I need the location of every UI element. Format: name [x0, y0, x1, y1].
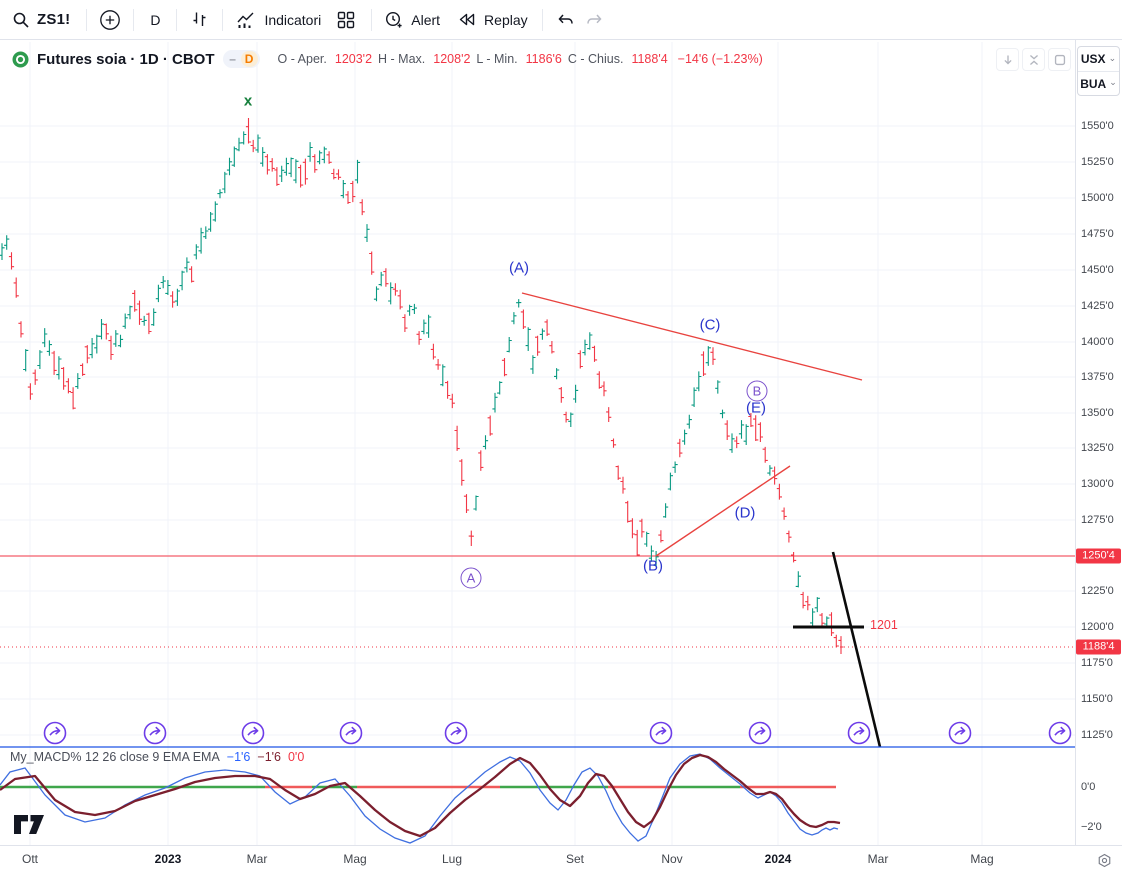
chart-legend: Futures soia · 1D · CBOT – D O - Aper. 12…: [12, 47, 763, 71]
arrow-down-icon: [1003, 55, 1012, 64]
pane-controls: [996, 48, 1071, 71]
layout-grid-button[interactable]: [335, 9, 357, 31]
timezone-settings-button[interactable]: [1097, 853, 1112, 872]
skip-forward-marker[interactable]: [43, 721, 67, 745]
indicator-name: My_MACD% 12 26 close 9 EMA EMA: [10, 750, 220, 764]
wave-label-a[interactable]: A: [460, 567, 482, 589]
maximize-pane-button[interactable]: [1048, 48, 1071, 71]
hex-settings-icon: [1098, 853, 1111, 868]
collapse-icon: [1029, 54, 1038, 65]
price-axis[interactable]: [1075, 40, 1122, 845]
toolbar-separator: [133, 8, 135, 31]
session-markers: [43, 721, 1072, 745]
legend-title[interactable]: Futures soia · 1D · CBOT: [37, 51, 215, 68]
ohlc-value: 1188'4: [631, 52, 668, 66]
alert-clock-icon: [384, 10, 404, 30]
indicator-value: −1'6: [257, 750, 281, 764]
skip-forward-marker[interactable]: [143, 721, 167, 745]
indicator-legend[interactable]: My_MACD% 12 26 close 9 EMA EMA −1'6 −1'6 0…: [10, 750, 304, 764]
ohlc-label: O - Aper.: [277, 52, 327, 66]
undo-button[interactable]: [555, 11, 575, 29]
chevron-down-icon: ⌄: [1108, 52, 1117, 63]
indicators-icon: [235, 9, 257, 31]
wave-label-d[interactable]: (D): [735, 505, 756, 522]
currency-value: USX: [1080, 52, 1106, 66]
replay-icon: [456, 10, 477, 29]
compare-add-symbol-button[interactable]: [99, 9, 121, 31]
interval-button[interactable]: D: [146, 12, 164, 28]
wave-label-b[interactable]: (B): [643, 558, 663, 575]
trendline-b-d[interactable]: [655, 465, 791, 557]
collapse-pane-button[interactable]: [1022, 48, 1045, 71]
undo-arrow-icon: [558, 14, 573, 24]
skip-forward-marker[interactable]: [339, 721, 363, 745]
wave-label-c[interactable]: (C): [700, 317, 721, 334]
time-axis[interactable]: [0, 845, 1122, 872]
toolbar-separator: [222, 8, 224, 31]
unit-dropdown[interactable]: BUA ⌄: [1078, 71, 1119, 95]
toolbar-separator: [176, 8, 178, 31]
macd-signal-line: [0, 753, 841, 838]
skip-forward-marker[interactable]: [241, 721, 265, 745]
tradingview-logo[interactable]: [14, 814, 47, 840]
toolbar-separator: [86, 8, 88, 31]
skip-forward-marker[interactable]: [649, 721, 673, 745]
ohlc-label: H - Max.: [378, 52, 426, 66]
indicators-label: Indicatori: [264, 11, 322, 28]
indicator-values: −1'6 −1'6 0'0: [227, 750, 304, 764]
move-pane-down-button[interactable]: [996, 48, 1019, 71]
indicator-value: 0'0: [287, 750, 305, 764]
delayed-data-badge: D: [240, 51, 258, 67]
chevron-down-icon: ⌄: [1109, 77, 1117, 87]
change-value: −14'6 (−1.23%): [677, 52, 763, 66]
search-icon: [12, 11, 30, 29]
currency-dropdown[interactable]: USX ⌄: [1078, 47, 1119, 71]
alert-label: Alert: [411, 11, 441, 28]
ohlc-values: O - Aper. 1203'2 H - Max. 1208'2 L - Min. 118…: [278, 52, 668, 66]
redo-arrow-icon: [586, 14, 602, 24]
maximize-icon: [1054, 54, 1065, 65]
indicator-value: −1'6: [226, 750, 251, 764]
data-mode-badge[interactable]: – D: [222, 50, 260, 68]
redo-button[interactable]: [585, 11, 605, 29]
ohlc-value: 1186'6: [525, 52, 562, 66]
grid-icon: [338, 11, 355, 28]
wave-label-x[interactable]: x: [244, 93, 252, 110]
toolbar-separator: [371, 8, 373, 31]
unit-value: BUA: [1080, 76, 1107, 91]
skip-forward-marker[interactable]: [1048, 721, 1072, 745]
skip-forward-marker[interactable]: [847, 721, 871, 745]
currency-unit-selector: USX ⌄ BUA ⌄: [1077, 46, 1120, 96]
ohlc-label: C - Chius.: [567, 52, 624, 66]
replay-label: Replay: [484, 11, 528, 28]
macd-line: [0, 753, 839, 844]
chart-canvas[interactable]: [0, 0, 1122, 872]
tradingview-window: ZS1! D Indicatori Alert Replay Futures s…: [0, 0, 1122, 872]
ohlc-value: 1203'2: [334, 52, 373, 66]
symbol-search-button[interactable]: ZS1!: [12, 11, 70, 29]
wave-label-b[interactable]: B: [746, 380, 768, 402]
symbol-label: ZS1!: [37, 11, 71, 28]
wave-label-a[interactable]: (A): [509, 260, 529, 277]
top-toolbar: ZS1! D Indicatori Alert Replay: [0, 0, 1122, 40]
bars-style-icon: [193, 12, 206, 26]
replay-button[interactable]: Replay: [456, 10, 528, 29]
skip-forward-marker[interactable]: [444, 721, 468, 745]
alert-button[interactable]: Alert: [384, 10, 440, 30]
symbol-logo: [12, 51, 29, 68]
trendline-breakdown[interactable]: [831, 551, 882, 748]
skip-forward-marker[interactable]: [748, 721, 772, 745]
dash-icon: –: [229, 52, 236, 66]
toolbar-separator: [541, 8, 543, 31]
skip-forward-marker[interactable]: [948, 721, 972, 745]
chart-style-button[interactable]: [189, 9, 210, 30]
wave-label-e[interactable]: (E): [746, 400, 766, 417]
ohlc-label: L - Min.: [476, 52, 518, 66]
ohlc-value: 1208'2: [433, 52, 471, 66]
indicators-button[interactable]: Indicatori: [235, 9, 321, 31]
